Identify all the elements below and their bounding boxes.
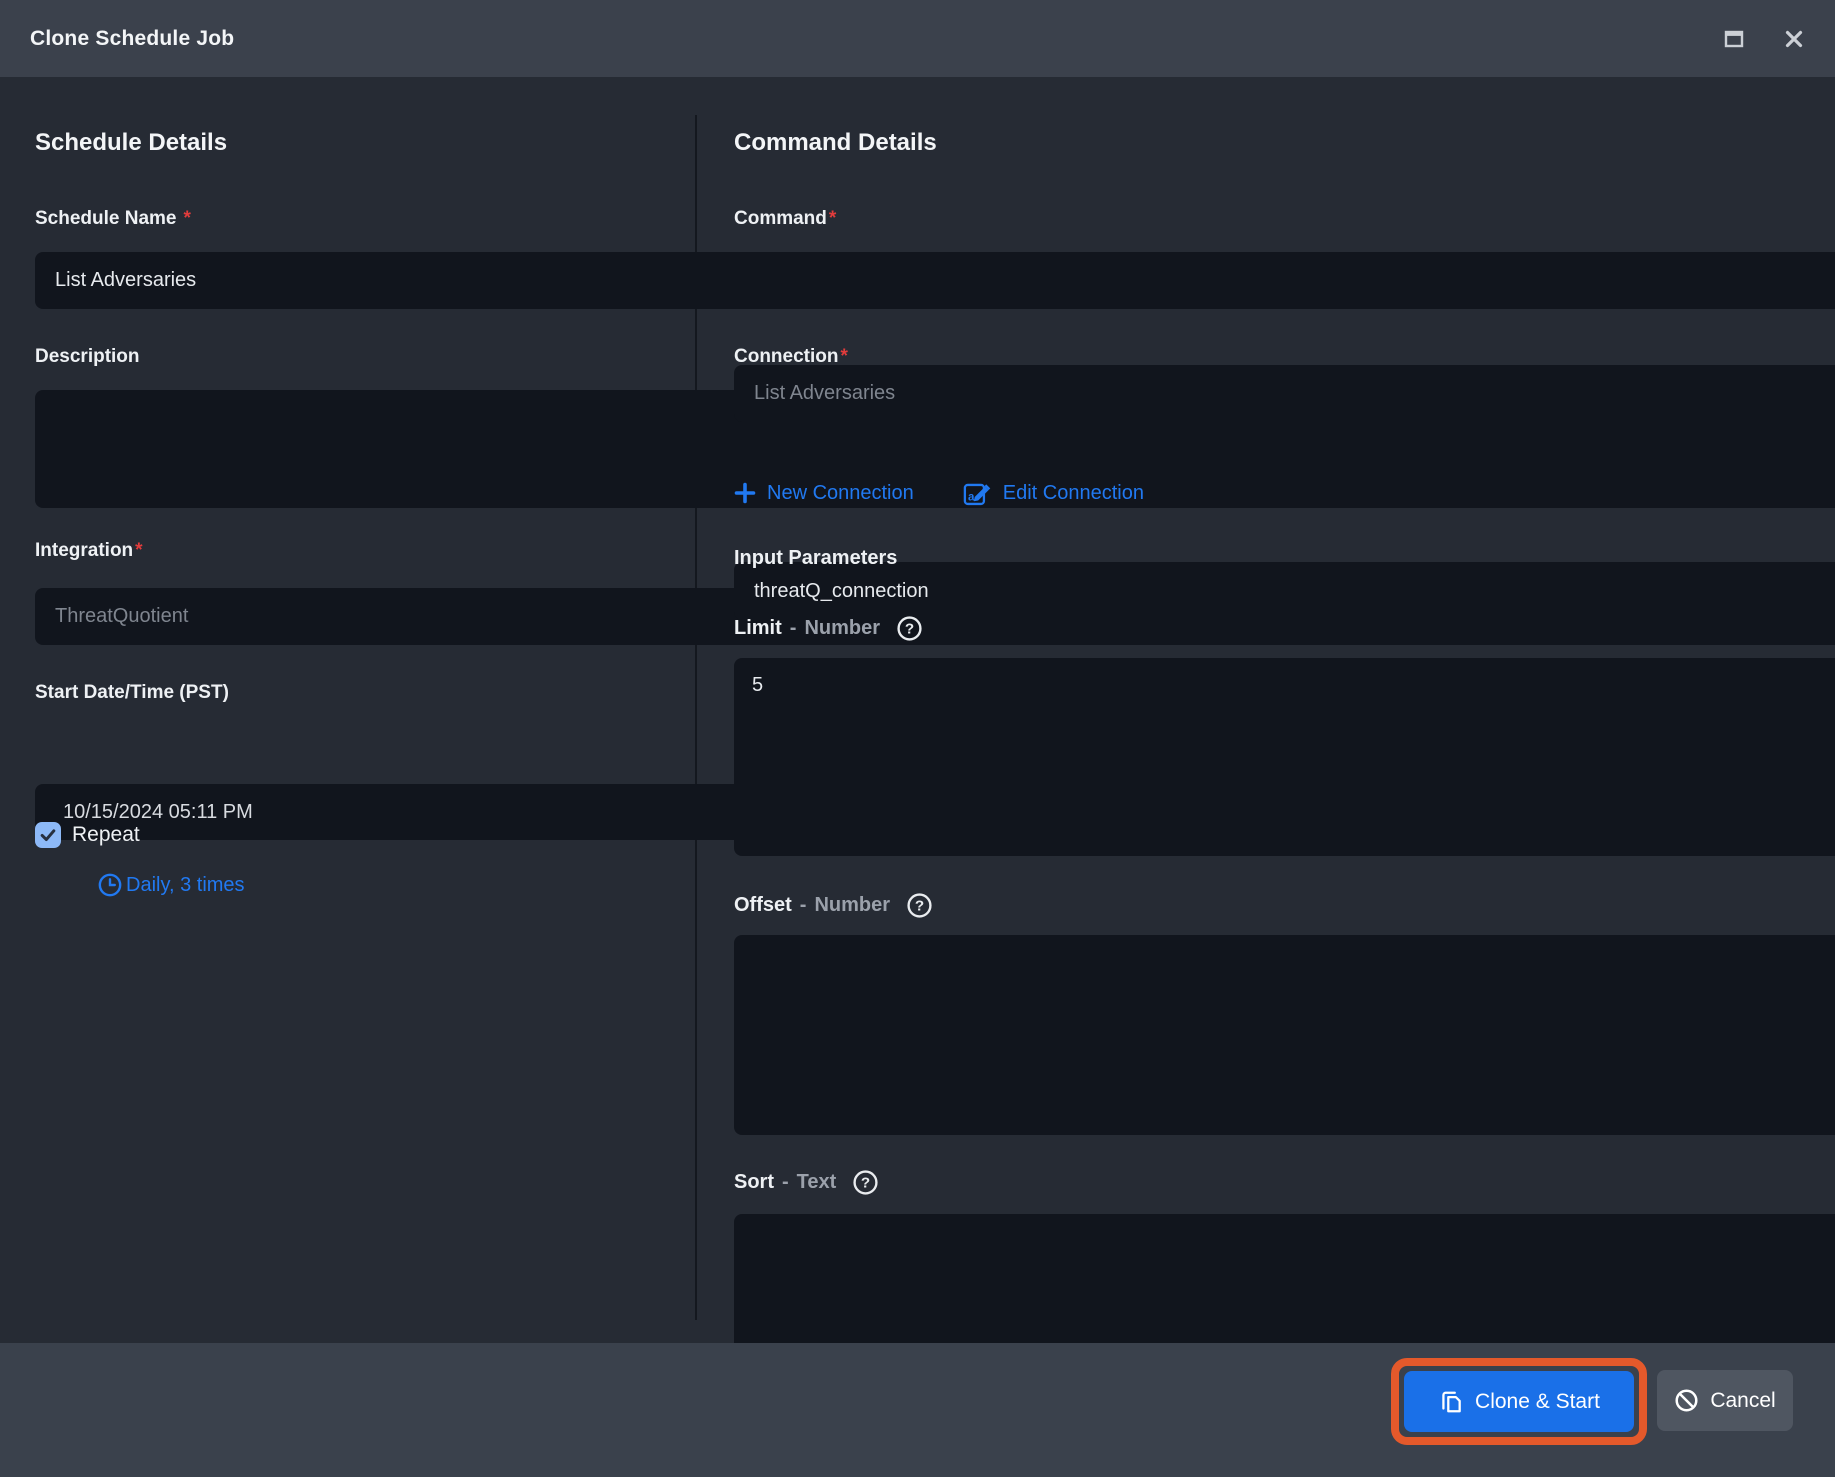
schedule-details-heading: Schedule Details [35, 129, 655, 157]
dialog-body: Schedule Details Schedule Name* Descript… [0, 77, 1835, 1343]
edit-connection-link[interactable]: a Edit Connection [962, 478, 1144, 508]
required-marker: * [829, 208, 836, 229]
repeat-schedule-link[interactable]: Daily, 3 times [97, 872, 245, 898]
close-icon[interactable] [1781, 26, 1807, 52]
connection-select[interactable]: threatQ_connection [734, 562, 1835, 620]
command-details-heading: Command Details [734, 129, 1755, 157]
schedule-name-input-wrap [35, 252, 1835, 309]
cancel-button[interactable]: Cancel [1657, 1370, 1793, 1431]
copy-icon [1438, 1389, 1464, 1415]
dialog-footer: Clone & Start Cancel [0, 1343, 1835, 1477]
clone-start-button[interactable]: Clone & Start [1404, 1371, 1634, 1432]
required-marker: * [135, 540, 142, 561]
command-select[interactable]: List Adversaries [734, 365, 1835, 422]
svg-text:a: a [968, 492, 975, 504]
description-label: Description [35, 346, 655, 368]
param-sort-label: Sort - Text ? [734, 1169, 1755, 1196]
svg-text:?: ? [861, 1175, 870, 1192]
schedule-name-input[interactable] [55, 269, 1835, 292]
integration-label: Integration* [35, 540, 655, 562]
command-select-value: List Adversaries [754, 382, 1835, 405]
cancel-label: Cancel [1710, 1389, 1775, 1413]
edit-connection-text: Edit Connection [1003, 482, 1144, 505]
help-icon[interactable]: ? [896, 615, 923, 642]
svg-text:?: ? [915, 898, 924, 915]
command-label: Command* [734, 208, 1755, 230]
connection-select-value: threatQ_connection [754, 580, 1835, 603]
block-icon [1674, 1388, 1699, 1413]
dialog-title: Clone Schedule Job [30, 27, 234, 51]
param-offset-label: Offset - Number ? [734, 892, 1755, 919]
connection-label: Connection* [734, 346, 1755, 368]
repeat-checkbox[interactable] [35, 822, 61, 848]
param-limit-label: Limit - Number ? [734, 615, 1755, 642]
start-datetime-label: Start Date/Time (PST) [35, 682, 655, 704]
repeat-label: Repeat [72, 823, 140, 847]
help-icon[interactable]: ? [852, 1169, 879, 1196]
input-parameters-heading: Input Parameters [734, 547, 1755, 570]
connection-links-row: New Connection a Edit Connection [734, 478, 1755, 508]
schedule-name-label: Schedule Name* [35, 208, 655, 230]
required-marker: * [841, 346, 848, 367]
repeat-row: Repeat [35, 822, 655, 848]
param-offset-textarea[interactable] [734, 935, 1835, 1135]
maximize-icon[interactable] [1721, 26, 1747, 52]
param-sort-textarea[interactable] [734, 1214, 1835, 1343]
clone-schedule-job-dialog: Clone Schedule Job Schedule Details Sche… [0, 0, 1835, 1477]
annotation-highlight-ring: Clone & Start [1391, 1358, 1647, 1445]
new-connection-text: New Connection [767, 482, 914, 505]
clock-icon [97, 872, 123, 898]
svg-text:?: ? [905, 621, 914, 638]
new-connection-link[interactable]: New Connection [734, 482, 914, 505]
dialog-titlebar: Clone Schedule Job [0, 0, 1835, 77]
edit-icon: a [962, 478, 992, 508]
param-limit-textarea[interactable]: 5 [734, 658, 1835, 856]
start-datetime-value: 10/15/2024 05:11 PM [63, 801, 253, 824]
required-marker: * [184, 208, 191, 229]
clone-start-label: Clone & Start [1475, 1390, 1600, 1414]
repeat-schedule-text: Daily, 3 times [126, 874, 245, 897]
help-icon[interactable]: ? [906, 892, 933, 919]
plus-icon [734, 482, 756, 504]
